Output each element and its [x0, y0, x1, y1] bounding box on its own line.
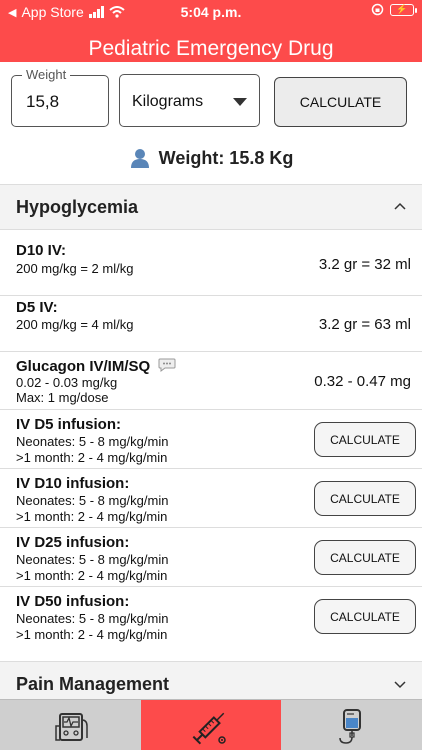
tab-syringe[interactable] [141, 700, 281, 750]
drug-result: 3.2 gr = 63 ml [318, 316, 411, 333]
drug-name-text: Glucagon IV/IM/SQ [16, 358, 151, 375]
unit-select[interactable]: Kilograms [119, 74, 260, 127]
chevron-down-icon [233, 98, 247, 106]
calculate-button[interactable]: CALCULATE [274, 77, 407, 127]
dose-over-1-month: >1 month: 2 - 4 mg/kg/min [16, 509, 168, 524]
unit-select-value: Kilograms [132, 93, 204, 110]
drug-name: IV D25 infusion: [16, 534, 130, 551]
section-header-hypoglycemia[interactable]: Hypoglycemia [0, 184, 422, 230]
app-header: Pediatric Emergency Drug [0, 24, 422, 62]
list-item: IV D5 infusion: Neonates: 5 - 8 mg/kg/mi… [0, 410, 422, 469]
list-item: D10 IV: 200 mg/kg = 2 ml/kg 3.2 gr = 32 … [0, 230, 422, 296]
status-bar: ◀ App Store 5:04 p.m. ⚡ [0, 0, 422, 24]
status-right: ⚡ [371, 3, 417, 16]
tab-monitor[interactable] [0, 700, 141, 750]
drug-result: 3.2 gr = 32 ml [318, 256, 411, 273]
monitor-icon [54, 712, 88, 741]
dose-neonates: Neonates: 5 - 8 mg/kg/min [16, 434, 169, 449]
section-header-pain-management[interactable]: Pain Management [0, 661, 422, 701]
dose-neonates: Neonates: 5 - 8 mg/kg/min [16, 493, 169, 508]
drug-name: IV D5 infusion: [16, 416, 121, 433]
section-title: Hypoglycemia [16, 197, 139, 217]
drug-name: IV D50 infusion: [16, 593, 130, 610]
person-icon [130, 149, 149, 168]
drug-name: D5 IV: [16, 299, 58, 316]
dose-neonates: Neonates: 5 - 8 mg/kg/min [16, 552, 169, 567]
orientation-lock-icon [371, 3, 384, 16]
drug-result: 0.32 - 0.47 mg [314, 373, 411, 390]
syringe-icon [192, 712, 226, 744]
drug-dose: 200 mg/kg = 4 ml/kg [16, 317, 134, 332]
battery-icon: ⚡ [390, 3, 417, 16]
dose-over-1-month: >1 month: 2 - 4 mg/kg/min [16, 568, 168, 583]
drug-dose: 200 mg/kg = 2 ml/kg [16, 261, 134, 276]
tab-iv-bag[interactable] [281, 700, 422, 750]
list-item: D5 IV: 200 mg/kg = 4 ml/kg 3.2 gr = 63 m… [0, 296, 422, 352]
drug-dose: 0.02 - 0.03 mg/kg [16, 375, 118, 390]
list-item: IV D25 infusion: Neonates: 5 - 8 mg/kg/m… [0, 528, 422, 587]
weight-field-value[interactable]: 15,8 [26, 92, 59, 112]
weight-summary-text: Weight: 15.8 Kg [158, 147, 294, 168]
list-item: IV D10 infusion: Neonates: 5 - 8 mg/kg/m… [0, 469, 422, 528]
calculate-infusion-button[interactable]: CALCULATE [314, 540, 416, 575]
iv-bag-icon [338, 708, 361, 744]
chevron-up-icon [394, 202, 406, 210]
speech-bubble-icon[interactable] [158, 357, 176, 373]
calculate-infusion-button[interactable]: CALCULATE [314, 481, 416, 516]
drug-name: IV D10 infusion: [16, 475, 130, 492]
calculate-infusion-button[interactable]: CALCULATE [314, 599, 416, 634]
status-time: 5:04 p.m. [180, 4, 242, 20]
list-item: Glucagon IV/IM/SQ 0.02 - 0.03 mg/kg Max:… [0, 352, 422, 410]
drug-max-dose: Max: 1 mg/dose [16, 390, 109, 405]
calculate-infusion-button[interactable]: CALCULATE [314, 422, 416, 457]
page-title: Pediatric Emergency Drug [88, 37, 334, 60]
weight-field-label: Weight [22, 67, 71, 82]
weight-field[interactable]: Weight 15,8 [11, 67, 109, 127]
chevron-down-icon [394, 681, 406, 689]
drug-name: D10 IV: [16, 242, 67, 259]
section-title: Pain Management [16, 674, 170, 694]
dose-over-1-month: >1 month: 2 - 4 mg/kg/min [16, 450, 168, 465]
dose-over-1-month: >1 month: 2 - 4 mg/kg/min [16, 627, 168, 642]
bottom-tab-bar [0, 699, 422, 750]
list-item: IV D50 infusion: Neonates: 5 - 8 mg/kg/m… [0, 587, 422, 647]
dose-neonates: Neonates: 5 - 8 mg/kg/min [16, 611, 169, 626]
drug-name: Glucagon IV/IM/SQ [16, 357, 176, 375]
weight-summary: Weight: 15.8 Kg [0, 147, 422, 169]
